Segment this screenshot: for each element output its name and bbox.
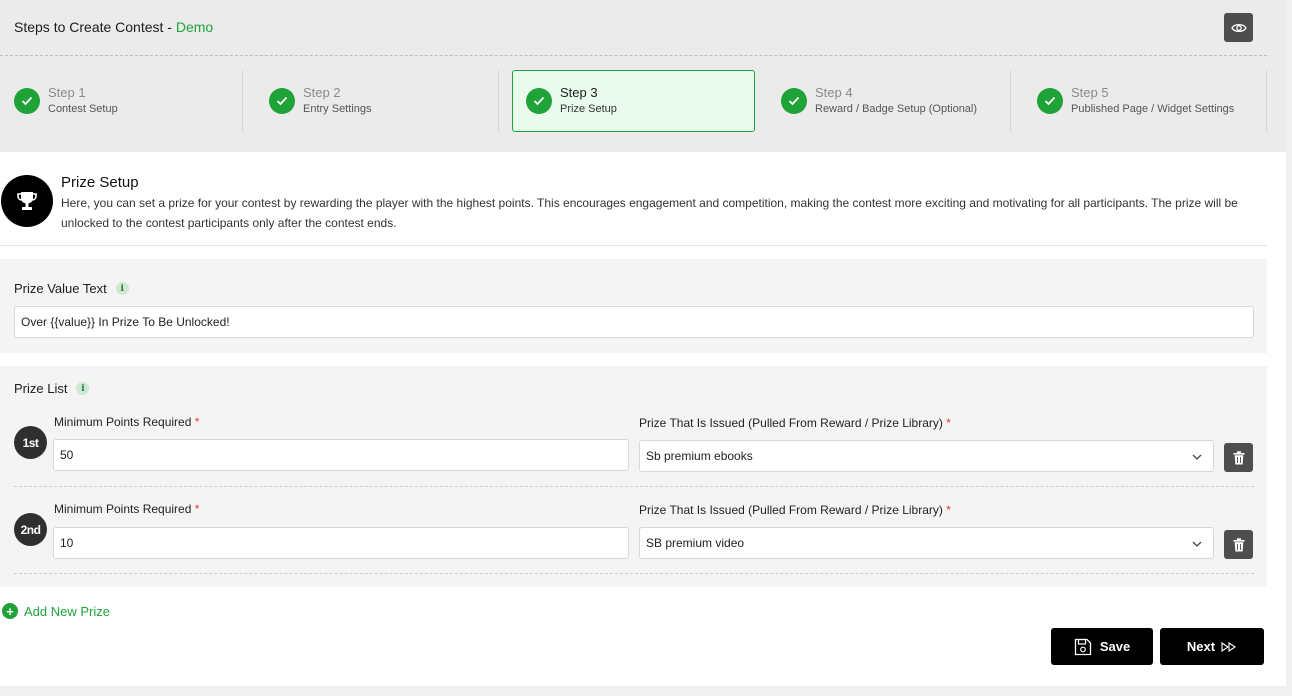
prize-issued-label: Prize That Is Issued (Pulled From Reward… bbox=[639, 503, 951, 517]
save-button[interactable]: Save bbox=[1051, 628, 1153, 665]
fast-forward-icon bbox=[1221, 641, 1237, 652]
info-icon[interactable]: i bbox=[76, 382, 90, 395]
page-title: Steps to Create Contest - Demo bbox=[14, 19, 213, 35]
chevron-down-icon bbox=[1192, 454, 1202, 460]
plus-icon: + bbox=[2, 603, 18, 619]
check-icon bbox=[526, 88, 552, 114]
min-points-label-text: Minimum Points Required bbox=[54, 415, 192, 429]
add-new-prize-label: Add New Prize bbox=[24, 603, 110, 619]
row-divider bbox=[14, 573, 1254, 574]
prize-select-value: Sb premium ebooks bbox=[646, 449, 753, 463]
step-separator bbox=[498, 70, 499, 132]
rank-badge: 2nd bbox=[14, 513, 47, 546]
eye-icon bbox=[1230, 23, 1247, 32]
page-bottom-edge bbox=[0, 686, 1292, 696]
step-3[interactable]: Step 3 Prize Setup bbox=[512, 70, 755, 132]
add-new-prize-button[interactable]: + Add New Prize bbox=[2, 603, 110, 619]
page-title-text: Steps to Create Contest - bbox=[14, 19, 176, 35]
check-icon bbox=[781, 88, 807, 114]
next-button[interactable]: Next bbox=[1160, 628, 1264, 665]
step-name: Entry Settings bbox=[303, 103, 372, 115]
step-2[interactable]: Step 2 Entry Settings bbox=[269, 70, 371, 132]
min-points-label-text: Minimum Points Required bbox=[54, 502, 192, 516]
contest-name: Demo bbox=[175, 19, 214, 35]
row-divider bbox=[14, 486, 1254, 487]
trash-icon bbox=[1233, 450, 1244, 464]
chevron-down-icon bbox=[1192, 541, 1202, 547]
trash-icon bbox=[1233, 537, 1244, 551]
check-icon bbox=[1037, 88, 1063, 114]
step-separator bbox=[1266, 70, 1267, 132]
delete-prize-button[interactable] bbox=[1224, 443, 1253, 472]
section-divider bbox=[0, 245, 1267, 246]
step-separator bbox=[1010, 70, 1011, 132]
section-description: Here, you can set a prize for your conte… bbox=[61, 196, 1238, 230]
step-number: Step 4 bbox=[815, 85, 853, 100]
trophy-icon bbox=[1, 175, 53, 227]
step-name: Contest Setup bbox=[48, 103, 118, 115]
prize-select[interactable]: Sb premium ebooks bbox=[639, 440, 1214, 472]
step-name: Published Page / Widget Settings bbox=[1071, 103, 1235, 115]
min-points-input[interactable]: 50 bbox=[53, 439, 629, 471]
step-separator bbox=[242, 70, 243, 132]
prize-issued-label: Prize That Is Issued (Pulled From Reward… bbox=[639, 416, 951, 430]
info-icon[interactable]: i bbox=[115, 282, 129, 295]
step-number: Step 2 bbox=[303, 85, 341, 100]
step-4[interactable]: Step 4 Reward / Badge Setup (Optional) bbox=[781, 70, 977, 132]
step-number: Step 5 bbox=[1071, 85, 1109, 100]
prize-select-value: SB premium video bbox=[646, 536, 745, 550]
step-1[interactable]: Step 1 Contest Setup bbox=[14, 70, 118, 132]
scrollbar-track[interactable] bbox=[1286, 0, 1292, 696]
preview-button[interactable] bbox=[1224, 13, 1253, 42]
check-icon bbox=[14, 88, 40, 114]
step-5[interactable]: Step 5 Published Page / Widget Settings bbox=[1037, 70, 1234, 132]
next-label: Next bbox=[1186, 639, 1216, 654]
prize-list-label-text: Prize List bbox=[14, 381, 68, 396]
rank-badge: 1st bbox=[14, 426, 47, 459]
min-points-label: Minimum Points Required * bbox=[54, 502, 199, 516]
header-divider bbox=[0, 55, 1267, 56]
prize-issued-label-text: Prize That Is Issued (Pulled From Reward… bbox=[639, 503, 943, 517]
required-mark: * bbox=[194, 502, 200, 516]
required-mark: * bbox=[946, 416, 951, 430]
section-title: Prize Setup bbox=[61, 174, 139, 191]
required-mark: * bbox=[194, 415, 200, 429]
step-name: Reward / Badge Setup (Optional) bbox=[815, 103, 978, 115]
required-mark: * bbox=[946, 503, 951, 517]
prize-select[interactable]: SB premium video bbox=[639, 527, 1214, 559]
check-icon bbox=[269, 88, 295, 114]
min-points-input[interactable]: 10 bbox=[53, 527, 629, 559]
step-name: Prize Setup bbox=[560, 103, 617, 115]
prize-value-label-text: Prize Value Text bbox=[14, 281, 107, 296]
prize-list-label: Prize List i bbox=[14, 381, 90, 396]
min-points-label: Minimum Points Required * bbox=[54, 415, 199, 429]
prize-value-label: Prize Value Text i bbox=[14, 281, 129, 296]
prize-issued-label-text: Prize That Is Issued (Pulled From Reward… bbox=[639, 416, 943, 430]
delete-prize-button[interactable] bbox=[1224, 530, 1253, 559]
prize-value-input[interactable]: Over {{value}} In Prize To Be Unlocked! bbox=[14, 306, 1254, 338]
step-number: Step 3 bbox=[560, 85, 598, 100]
save-icon bbox=[1074, 638, 1091, 655]
save-label: Save bbox=[1099, 639, 1131, 654]
step-number: Step 1 bbox=[48, 85, 86, 100]
